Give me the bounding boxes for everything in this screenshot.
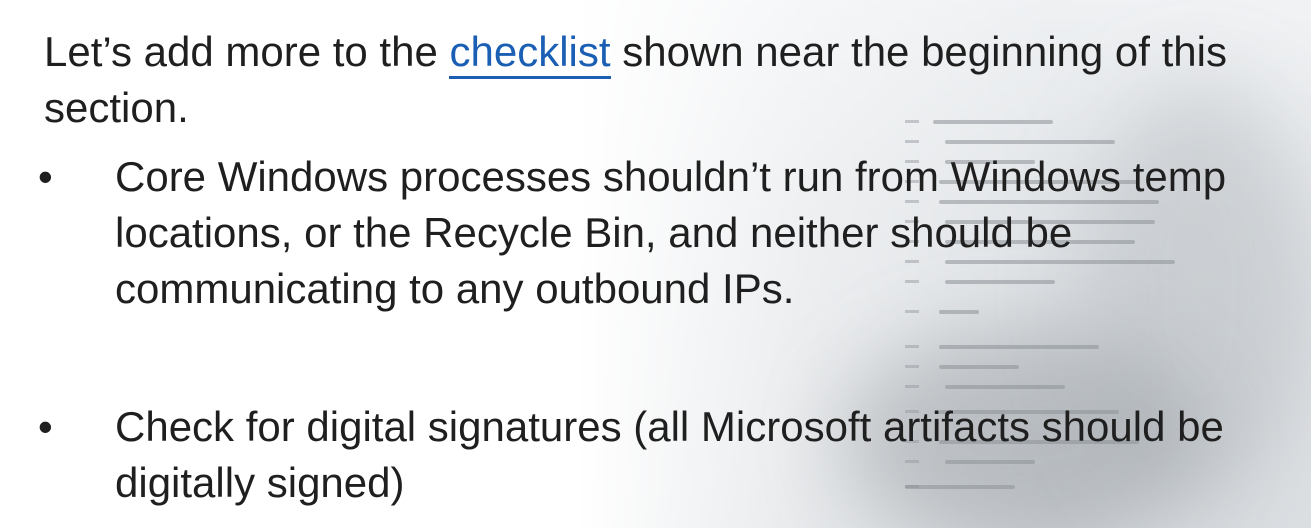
checklist-link[interactable]: checklist bbox=[449, 28, 611, 79]
bullet-text: Core Windows processes shouldn’t run fro… bbox=[115, 153, 1227, 312]
intro-paragraph: Let’s add more to the checklist shown ne… bbox=[44, 24, 1304, 136]
intro-text-start: Let’s add more to the bbox=[44, 28, 450, 75]
bullet-marker: • bbox=[38, 153, 53, 200]
bullet-marker: • bbox=[38, 403, 53, 450]
bullet-text: Check for digital signatures (all Micros… bbox=[115, 403, 1224, 506]
slide-content: Let’s add more to the checklist shown ne… bbox=[0, 0, 1311, 528]
